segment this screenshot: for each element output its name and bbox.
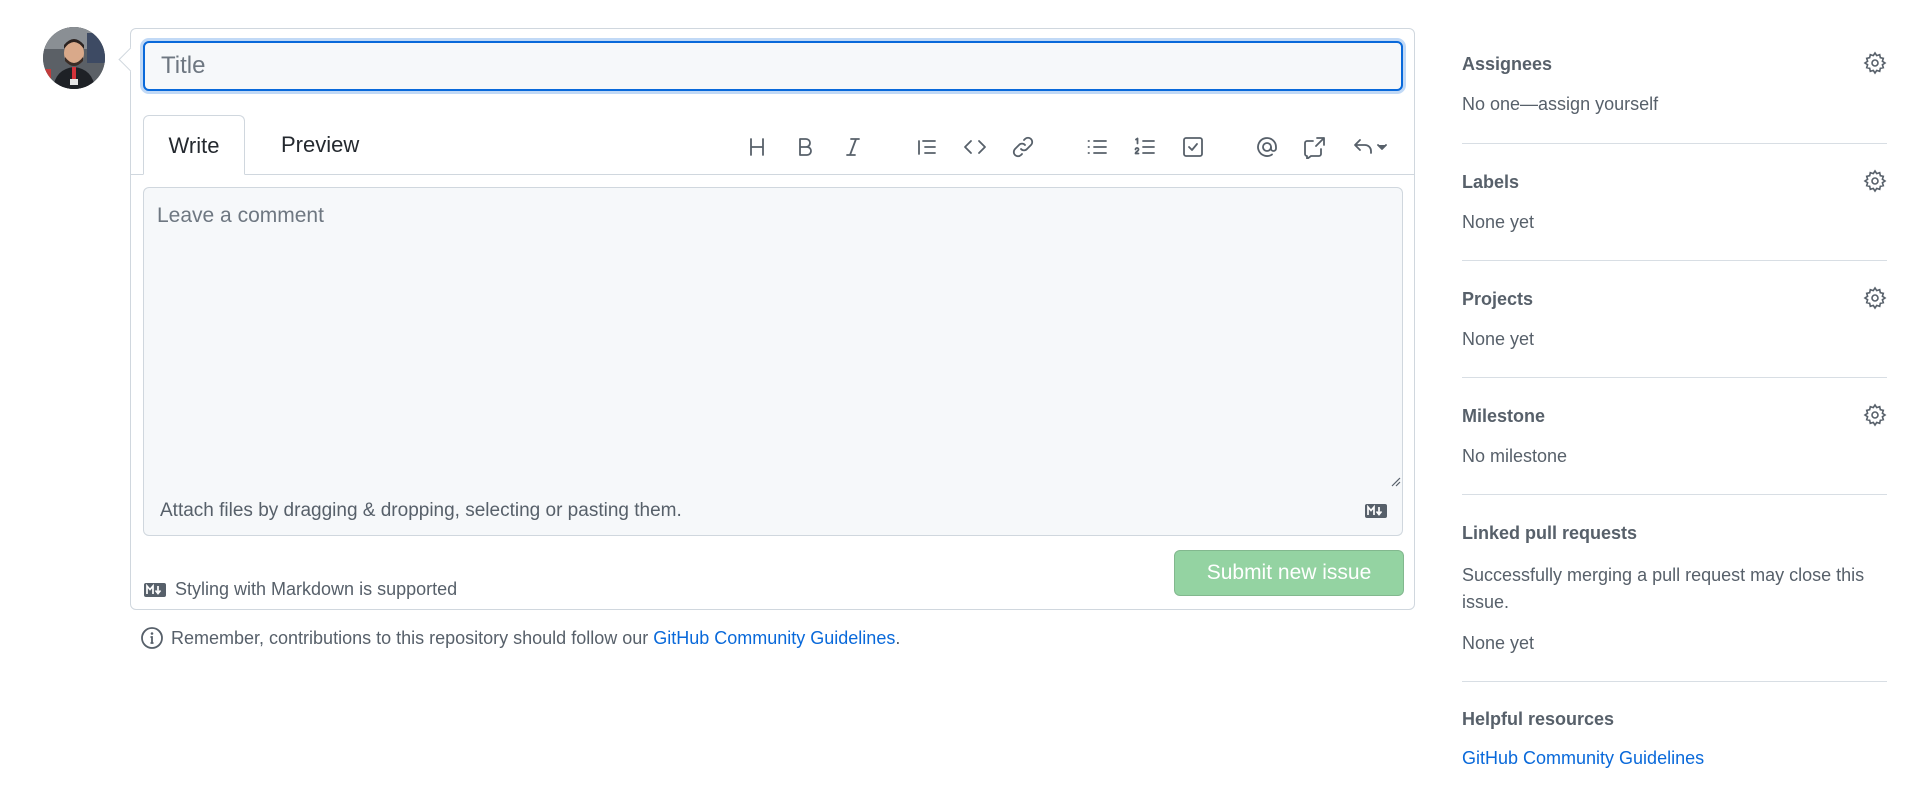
linked-prs-value: None yet [1462, 633, 1535, 653]
sidebar-section-projects: Projects None yet [1462, 261, 1887, 378]
sidebar-section-milestone: Milestone No milestone [1462, 378, 1887, 495]
milestone-heading[interactable]: Milestone [1462, 406, 1545, 427]
numbered-list-icon[interactable] [1127, 125, 1163, 169]
avatar[interactable] [43, 27, 105, 89]
attach-files-bar[interactable]: Attach files by dragging & dropping, sel… [143, 488, 1403, 536]
heading-icon[interactable] [739, 125, 775, 169]
italic-icon[interactable] [835, 125, 871, 169]
milestone-value: No milestone [1462, 446, 1568, 466]
tab-divider [131, 174, 1414, 175]
task-list-icon[interactable] [1175, 125, 1211, 169]
sidebar-section-helpful-resources: Helpful resources GitHub Community Guide… [1462, 682, 1887, 792]
markdown-icon [144, 582, 166, 597]
chevron-down-icon [1377, 144, 1387, 150]
sidebar-section-linked-prs: Linked pull requests Successfully mergin… [1462, 495, 1887, 682]
sidebar-section-labels: Labels None yet [1462, 144, 1887, 261]
gear-icon[interactable] [1863, 403, 1887, 427]
linked-prs-description: Successfully merging a pull request may … [1462, 565, 1865, 612]
gear-icon[interactable] [1863, 286, 1887, 310]
community-guidelines-link[interactable]: GitHub Community Guidelines [653, 628, 895, 649]
submit-issue-button[interactable]: Submit new issue [1174, 550, 1404, 596]
guidelines-text: Remember, contributions to this reposito… [171, 627, 654, 648]
tab-preview[interactable]: Preview [257, 115, 383, 175]
code-icon[interactable] [957, 125, 993, 169]
title-input[interactable] [143, 41, 1403, 91]
labels-value: None yet [1462, 212, 1535, 232]
link-icon[interactable] [1005, 125, 1041, 169]
projects-heading[interactable]: Projects [1462, 289, 1533, 310]
guidelines-period: . [895, 627, 901, 648]
markdown-supported-note[interactable]: Styling with Markdown is supported [143, 579, 457, 600]
labels-heading[interactable]: Labels [1462, 172, 1519, 193]
quote-icon[interactable] [909, 125, 945, 169]
avatar-image [43, 27, 105, 89]
sidebar-section-assignees: Assignees No one—assign yourself [1462, 40, 1887, 144]
info-icon [140, 626, 164, 650]
gear-icon[interactable] [1863, 169, 1887, 193]
assignees-heading[interactable]: Assignees [1462, 54, 1552, 75]
reply-icon[interactable] [1345, 125, 1393, 169]
guidelines-note: Remember, contributions to this reposito… [140, 626, 900, 650]
linked-prs-heading: Linked pull requests [1462, 523, 1638, 543]
assignees-value[interactable]: No one—assign yourself [1462, 94, 1658, 115]
cross-reference-icon[interactable] [1297, 125, 1333, 169]
markdown-icon[interactable] [1364, 503, 1388, 519]
mention-icon[interactable] [1249, 125, 1285, 169]
markdown-note-label: Styling with Markdown is supported [175, 579, 458, 599]
tab-write[interactable]: Write [143, 115, 245, 175]
bold-icon[interactable] [787, 125, 823, 169]
helpful-guidelines-link[interactable]: GitHub Community Guidelines [1462, 748, 1704, 769]
bulleted-list-icon[interactable] [1079, 125, 1115, 169]
helpful-resources-heading: Helpful resources [1462, 709, 1615, 729]
issue-sidebar: Assignees No one—assign yourself Labels … [1462, 40, 1887, 792]
attach-files-label: Attach files by dragging & dropping, sel… [160, 500, 682, 521]
resize-handle-icon[interactable] [1389, 475, 1401, 487]
new-issue-form: Write Preview [130, 28, 1415, 610]
comment-textarea[interactable] [143, 187, 1403, 489]
gear-icon[interactable] [1863, 51, 1887, 75]
projects-value: None yet [1462, 329, 1535, 349]
